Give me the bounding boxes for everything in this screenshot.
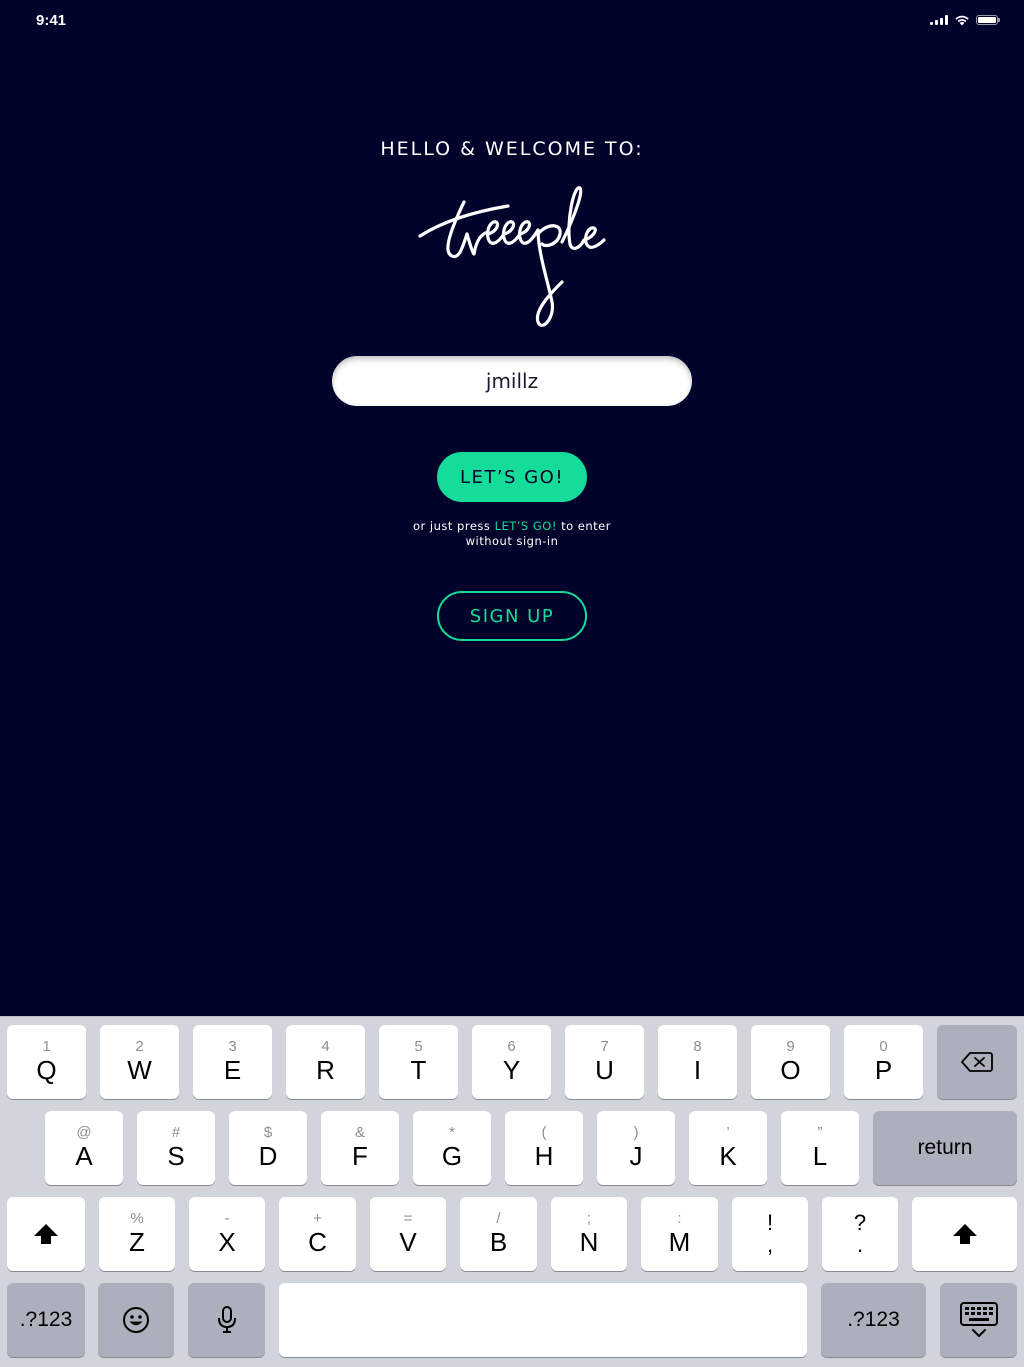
sign-up-label: SIGN UP bbox=[469, 605, 555, 627]
key-m[interactable]: :M bbox=[641, 1197, 718, 1271]
keyboard-dismiss-icon bbox=[959, 1302, 998, 1337]
key-n[interactable]: ; N bbox=[551, 1197, 627, 1271]
key-o[interactable]: 9O bbox=[751, 1025, 830, 1099]
status-bar: 9:41 bbox=[0, 0, 1024, 44]
backspace-icon bbox=[961, 1052, 993, 1072]
dictation-key[interactable] bbox=[188, 1283, 265, 1357]
emoji-key[interactable] bbox=[98, 1283, 174, 1357]
username-input[interactable] bbox=[332, 356, 692, 406]
key-i[interactable]: 8I bbox=[658, 1025, 737, 1099]
hint-highlight: LET’S GO! bbox=[494, 519, 557, 533]
return-label: return bbox=[917, 1136, 973, 1159]
hint-text: or just press LET’S GO! to enter without… bbox=[362, 519, 662, 549]
numbers-key-left[interactable]: .?123 bbox=[7, 1283, 85, 1357]
space-key[interactable] bbox=[279, 1283, 807, 1357]
key-s[interactable]: # S bbox=[137, 1111, 215, 1185]
key-e[interactable]: 3E bbox=[193, 1025, 272, 1099]
key-c[interactable]: + C bbox=[279, 1197, 356, 1271]
key-question-period[interactable]: ?. bbox=[822, 1197, 898, 1271]
key-b[interactable]: / B bbox=[460, 1197, 537, 1271]
key-u[interactable]: 7U bbox=[565, 1025, 644, 1099]
left-shift-key[interactable] bbox=[7, 1197, 85, 1271]
key-l[interactable]: ” L bbox=[781, 1111, 859, 1185]
cellular-signal-icon bbox=[930, 15, 948, 25]
hint-line2: without sign-in bbox=[465, 534, 559, 548]
right-shift-key[interactable] bbox=[912, 1197, 1017, 1271]
hint-suffix: to enter bbox=[556, 519, 611, 533]
key-w[interactable]: 2W bbox=[100, 1025, 179, 1099]
key-x[interactable]: -X bbox=[189, 1197, 265, 1271]
sign-up-button[interactable]: SIGN UP bbox=[437, 591, 587, 641]
key-exclamation-comma[interactable]: !, bbox=[732, 1197, 808, 1271]
key-z[interactable]: % Z bbox=[99, 1197, 175, 1271]
key-f[interactable]: & F bbox=[321, 1111, 399, 1185]
microphone-icon bbox=[217, 1306, 236, 1333]
key-a[interactable]: @ A bbox=[45, 1111, 123, 1185]
return-key[interactable]: return bbox=[873, 1111, 1017, 1185]
status-icons bbox=[930, 14, 1000, 26]
key-d[interactable]: $ D bbox=[229, 1111, 307, 1185]
dismiss-keyboard-key[interactable] bbox=[940, 1283, 1017, 1357]
key-t[interactable]: 5T bbox=[379, 1025, 458, 1099]
keyboard: 1Q 2W 3E 4R 5T 6Y 7U 8I 9O 0P @ A # S $ D &… bbox=[0, 1016, 1024, 1367]
hint-prefix: or just press bbox=[413, 519, 495, 533]
welcome-heading: HELLO & WELCOME TO: bbox=[380, 138, 644, 160]
lets-go-button[interactable]: LET’S GO! bbox=[437, 452, 587, 502]
wifi-icon bbox=[955, 15, 969, 26]
key-y[interactable]: 6Y bbox=[472, 1025, 551, 1099]
key-g[interactable]: * G bbox=[413, 1111, 491, 1185]
delete-key[interactable] bbox=[937, 1025, 1017, 1099]
shift-icon bbox=[952, 1224, 977, 1244]
emoji-icon bbox=[123, 1307, 149, 1333]
key-r[interactable]: 4R bbox=[286, 1025, 365, 1099]
numbers-key-right[interactable]: .?123 bbox=[821, 1283, 926, 1357]
key-p[interactable]: 0P bbox=[844, 1025, 923, 1099]
key-k[interactable]: ’ K bbox=[689, 1111, 767, 1185]
key-h[interactable]: (H bbox=[505, 1111, 583, 1185]
key-j[interactable]: ) J bbox=[597, 1111, 675, 1185]
battery-icon bbox=[976, 15, 1000, 25]
key-q[interactable]: 1Q bbox=[7, 1025, 86, 1099]
shift-icon bbox=[34, 1224, 58, 1244]
key-v[interactable]: = V bbox=[370, 1197, 446, 1271]
status-time: 9:41 bbox=[36, 12, 67, 29]
treeple-logo: treeple bbox=[418, 186, 606, 327]
lets-go-label: LET’S GO! bbox=[459, 466, 565, 488]
